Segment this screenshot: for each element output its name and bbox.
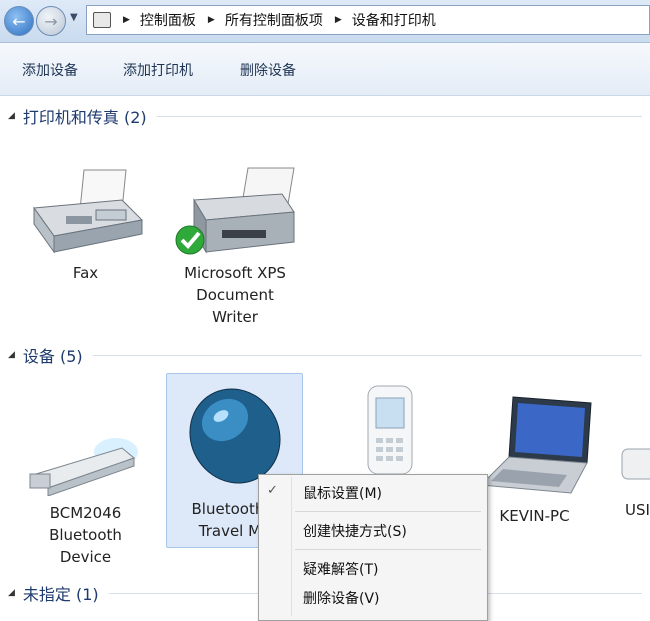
device-fax[interactable]: Fax <box>18 160 153 284</box>
fax-icon <box>32 169 143 254</box>
context-menu: ✓ 鼠标设置(M) 创建快捷方式(S) 疑难解答(T) 删除设备(V) <box>258 474 488 621</box>
collapse-triangle-icon[interactable]: ◢ <box>8 588 15 598</box>
device-kevin-pc[interactable]: KEVIN-PC <box>472 393 597 527</box>
laptop-icon <box>479 396 592 494</box>
back-button[interactable]: ← <box>4 6 34 36</box>
breadcrumb-all-items[interactable]: 所有控制面板项 <box>225 10 323 30</box>
usb-device-icon <box>621 448 650 480</box>
arrow-left-icon: ← <box>12 11 26 31</box>
chevron-right-icon[interactable]: ▶ <box>123 15 130 25</box>
device-label: Fax <box>72 264 99 282</box>
device-xps-writer[interactable]: Microsoft XPS Document Writer <box>165 160 305 328</box>
device-label: USI <box>625 501 650 519</box>
group-title-unspecified: 未指定 (1) <box>22 585 99 604</box>
recent-pages-dropdown[interactable]: ▼ <box>70 12 78 23</box>
menu-item-mouse-settings[interactable]: 鼠标设置(M) <box>303 483 382 503</box>
device-usb[interactable]: USI <box>618 437 650 521</box>
printer-icon <box>175 167 295 255</box>
collapse-triangle-icon[interactable]: ◢ <box>8 111 15 121</box>
group-title-printers: 打印机和传真 (2) <box>22 108 147 127</box>
chevron-right-icon[interactable]: ▶ <box>208 15 215 25</box>
breadcrumb-control-panel[interactable]: 控制面板 <box>140 10 196 30</box>
menu-item-create-shortcut[interactable]: 创建快捷方式(S) <box>303 521 407 541</box>
add-device-button[interactable]: 添加设备 <box>22 60 78 80</box>
add-printer-button[interactable]: 添加打印机 <box>123 60 193 80</box>
divider <box>92 354 642 356</box>
control-panel-icon <box>93 12 111 28</box>
menu-item-remove-device[interactable]: 删除设备(V) <box>303 588 380 608</box>
address-bar[interactable]: ▶ 控制面板 ▶ 所有控制面板项 ▶ 设备和打印机 <box>86 5 650 35</box>
forward-button[interactable]: → <box>36 6 66 36</box>
command-bar: 添加设备 添加打印机 删除设备 <box>0 43 650 96</box>
group-header-printers[interactable]: ◢ 打印机和传真 (2) <box>8 104 642 128</box>
mobile-phone-icon <box>367 385 413 475</box>
collapse-triangle-icon[interactable]: ◢ <box>8 350 15 360</box>
breadcrumb-devices-printers[interactable]: 设备和打印机 <box>352 10 436 30</box>
arrow-right-icon: → <box>44 11 58 31</box>
device-label: BCM2046 Bluetooth Device <box>49 504 122 566</box>
chevron-right-icon[interactable]: ▶ <box>335 15 342 25</box>
device-label: Microsoft XPS Document Writer <box>184 264 286 326</box>
menu-item-troubleshoot[interactable]: 疑难解答(T) <box>303 559 378 579</box>
title-bar: ← → ▼ ▶ 控制面板 ▶ 所有控制面板项 ▶ 设备和打印机 <box>0 0 650 43</box>
mouse-settings-icon: ✓ <box>267 483 278 498</box>
group-header-devices[interactable]: ◢ 设备 (5) <box>8 343 642 367</box>
divider <box>156 115 642 117</box>
device-label: KEVIN-PC <box>499 507 570 525</box>
menu-separator <box>295 511 481 512</box>
menu-separator <box>295 549 481 550</box>
remove-device-button[interactable]: 删除设备 <box>240 60 296 80</box>
device-bcm2046[interactable]: BCM2046 Bluetooth Device <box>18 430 153 568</box>
usb-bluetooth-dongle-icon <box>29 438 138 497</box>
menu-gutter <box>291 477 292 616</box>
device-phone[interactable] <box>335 384 435 482</box>
group-title-devices: 设备 (5) <box>22 347 83 366</box>
